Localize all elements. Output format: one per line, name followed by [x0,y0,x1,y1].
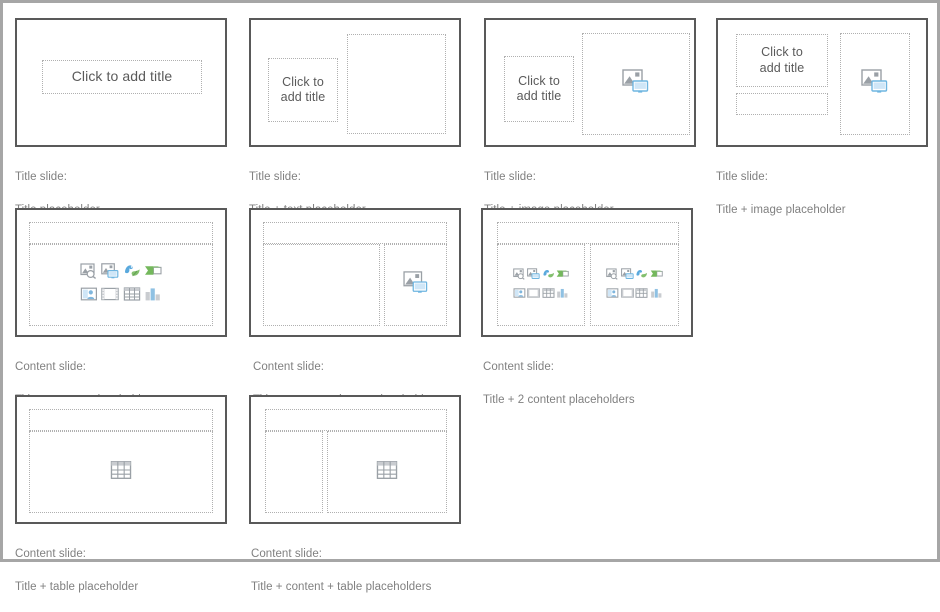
caption-line-1: Content slide: [253,360,325,373]
video-icon[interactable] [527,286,541,304]
table-icon[interactable] [110,460,132,485]
title-placeholder-box[interactable] [497,222,679,244]
title-placeholder-text: Click to add title [516,73,562,103]
picture-device-icon[interactable] [527,267,540,285]
layout-caption: Content slide: Title + table placeholder [15,529,245,612]
layout-card-table-placeholder[interactable]: Content slide: Title + table placeholder [15,395,227,593]
title-placeholder-box[interactable] [263,222,447,244]
title-placeholder-text: Click to add title [71,68,173,85]
title-placeholder-box[interactable] [29,222,213,244]
layout-card-two-content-placeholders[interactable]: Content slide: Title + 2 content placeho… [481,208,693,406]
smartart-icon[interactable] [650,267,663,285]
stock-image-icon[interactable] [512,267,526,285]
slide-preview[interactable]: Click to add title [716,18,928,147]
people-image-icon[interactable] [513,286,526,304]
layout-card-content-table-placeholders[interactable]: Content slide: Title + content + table p… [249,395,461,593]
content-placeholder-box[interactable] [263,244,380,326]
caption-line-1: Content slide: [15,360,87,373]
caption-line-1: Title slide: [716,170,768,183]
slide-preview[interactable] [15,208,227,337]
content-icon-grid [606,267,664,304]
subtitle-placeholder-box[interactable] [736,93,828,115]
table-icon[interactable] [542,286,555,304]
stock-image-icon[interactable] [80,263,98,284]
title-placeholder-box[interactable]: Click to add title [736,34,828,87]
image-placeholder-box[interactable] [384,244,447,326]
layout-card-title-text-placeholder[interactable]: Click to add title Title slide: Title + … [249,18,461,216]
layout-card-title-subtitle-image-placeholder[interactable]: Click to add title Title slide: Title + … [716,18,928,216]
title-placeholder-text: Click to add title [759,45,805,75]
slide-preview[interactable] [249,395,461,524]
table-placeholder-box[interactable] [327,431,447,513]
caption-line-2: Title + image placeholder [716,204,846,217]
picture-icon[interactable] [622,69,650,99]
image-placeholder-box[interactable] [840,33,910,135]
content-icon-grid [79,263,163,307]
icons-icon[interactable] [542,267,555,285]
caption-line-1: Content slide: [483,360,555,373]
icons-icon[interactable] [123,263,141,284]
caption-line-1: Title slide: [484,170,536,183]
picture-icon[interactable] [861,69,889,99]
title-placeholder-box[interactable]: Click to add title [504,56,574,122]
image-placeholder-box[interactable] [582,33,690,135]
table-icon[interactable] [123,286,141,307]
content-placeholder-box[interactable] [29,244,213,326]
caption-line-2: Title + table placeholder [15,581,139,594]
caption-line-1: Title slide: [249,170,301,183]
title-placeholder-box[interactable]: Click to add title [268,58,338,122]
layout-caption: Title slide: Title + image placeholder [716,152,940,235]
caption-line-1: Title slide: [15,170,67,183]
slide-preview[interactable] [481,208,693,337]
content-placeholder-box-left[interactable] [497,244,585,326]
video-icon[interactable] [620,286,634,304]
picture-icon[interactable] [402,271,429,299]
picture-device-icon[interactable] [620,267,634,285]
layout-caption: Content slide: Title + 2 content placeho… [483,342,719,425]
layout-card-title-image-placeholder[interactable]: Click to add title Title slide: Title + [484,18,696,216]
chart-icon[interactable] [144,286,162,307]
people-image-icon[interactable] [80,286,98,307]
chart-icon[interactable] [650,286,663,304]
layout-card-title-placeholder[interactable]: Click to add title Title slide: Title pl… [15,18,227,216]
text-placeholder-box[interactable] [347,34,446,134]
icons-icon[interactable] [635,267,648,285]
title-placeholder-box[interactable]: Click to add title [42,60,202,94]
content-placeholder-box-right[interactable] [590,244,679,326]
layout-caption: Content slide: Title + content + table p… [251,529,491,612]
people-image-icon[interactable] [606,286,619,304]
smartart-icon[interactable] [556,267,569,285]
content-placeholder-box[interactable] [265,431,323,513]
title-placeholder-text: Click to add title [280,74,326,104]
caption-line-2: Title + content + table placeholders [251,581,432,594]
stock-image-icon[interactable] [606,267,619,285]
picture-device-icon[interactable] [101,263,119,284]
slide-preview[interactable]: Click to add title [15,18,227,147]
content-icon-grid [512,267,570,304]
layout-card-content-image-placeholder[interactable]: Content slide: Title + content + image p… [249,208,461,406]
title-placeholder-box[interactable] [29,409,213,431]
slide-preview[interactable] [249,208,461,337]
smartart-icon[interactable] [144,263,162,284]
caption-line-1: Content slide: [15,547,87,560]
slide-preview[interactable] [15,395,227,524]
caption-line-1: Content slide: [251,547,323,560]
table-placeholder-box[interactable] [29,431,213,513]
table-icon[interactable] [376,460,398,485]
chart-icon[interactable] [556,286,569,304]
title-placeholder-box[interactable] [265,409,447,431]
slide-preview[interactable]: Click to add title [484,18,696,147]
table-icon[interactable] [635,286,648,304]
slide-preview[interactable]: Click to add title [249,18,461,147]
video-icon[interactable] [101,286,120,307]
caption-line-2: Title + 2 content placeholders [483,394,635,407]
layout-card-content-placeholder[interactable]: Content slide: Title + content placehold… [15,208,227,406]
slide-layout-gallery: Click to add title Title slide: Title pl… [0,0,940,593]
